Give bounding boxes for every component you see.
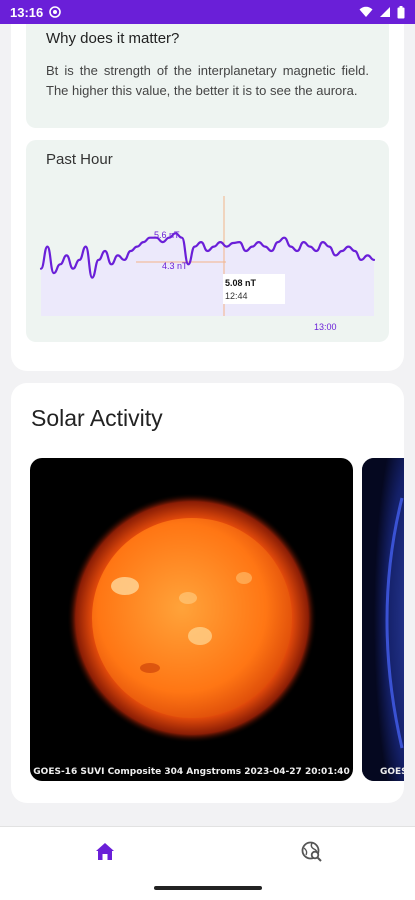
max-label: 5.6 nT xyxy=(154,230,180,240)
battery-icon xyxy=(397,5,405,18)
bt-line-chart[interactable]: 5.6 nT 4.3 nT 5.08 nT 12:44 13:00 xyxy=(26,140,389,342)
sun-image-secondary[interactable]: GOES xyxy=(362,458,404,781)
sun-image-caption: GOES-16 SUVI Composite 304 Angstroms 202… xyxy=(33,767,350,777)
past-hour-chart-card[interactable]: Past Hour 5.6 nT 4.3 nT 5.08 nT 12:44 13… xyxy=(26,140,389,342)
gesture-area xyxy=(0,876,415,900)
sun-image-secondary-caption: GOES xyxy=(380,767,404,777)
bt-card: Why does it matter? Bt is the strength o… xyxy=(11,24,404,371)
sun-image-304[interactable]: GOES-16 SUVI Composite 304 Angstroms 202… xyxy=(30,458,353,781)
gesture-handle[interactable] xyxy=(154,886,262,890)
tooltip-value: 5.08 nT xyxy=(225,278,257,288)
sun-graphic-secondary xyxy=(362,458,404,781)
solar-activity-card: Solar Activity GOES-16 SUVI Composite 30… xyxy=(11,383,404,803)
nav-explore[interactable] xyxy=(300,840,324,864)
why-it-matters-box: Why does it matter? Bt is the strength o… xyxy=(26,24,389,128)
x-tick-label: 13:00 xyxy=(314,322,337,332)
signal-icon xyxy=(380,7,390,17)
why-text: Bt is the strength of the interplanetary… xyxy=(46,63,369,98)
status-bar: 13:16 xyxy=(0,0,415,24)
wifi-icon xyxy=(359,6,373,17)
bottom-navigation xyxy=(0,826,415,876)
home-icon xyxy=(96,843,114,860)
nav-home[interactable] xyxy=(93,840,117,864)
tooltip-time: 12:44 xyxy=(225,291,248,301)
status-time: 13:16 xyxy=(10,4,44,20)
sun-graphic xyxy=(67,493,317,743)
solar-activity-title: Solar Activity xyxy=(31,405,163,431)
min-label: 4.3 nT xyxy=(162,261,188,271)
settings-status-icon xyxy=(49,6,62,18)
search-globe-icon xyxy=(301,841,322,862)
why-title: Why does it matter? xyxy=(46,30,180,47)
